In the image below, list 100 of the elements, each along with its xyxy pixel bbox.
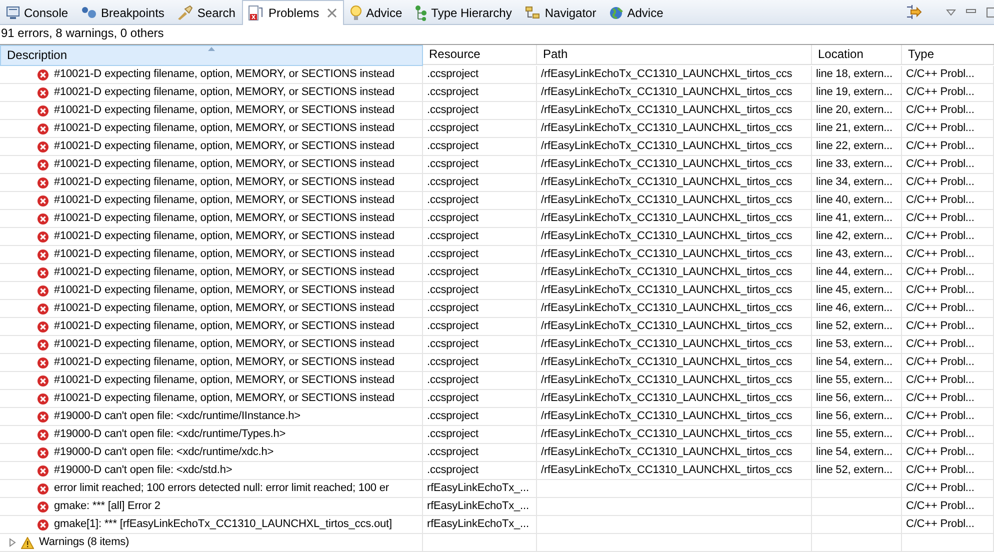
resource-cell: .ccsproject xyxy=(423,372,537,390)
resource-cell: .ccsproject xyxy=(423,66,537,84)
error-icon xyxy=(37,518,49,530)
view-menu-icon[interactable] xyxy=(946,8,956,16)
tab[interactable]: Console xyxy=(0,0,76,24)
problem-description: #10021-D expecting filename, option, MEMORY, or SECTIONS instead xyxy=(54,157,394,172)
error-icon xyxy=(37,446,49,458)
problem-description: #19000-D can't open file: <xdc/runtime/xdc.h> xyxy=(54,445,274,460)
tab[interactable]: Navigator xyxy=(518,0,604,24)
path-cell: /rfEasyLinkEchoTx_CC1310_LAUNCHXL_tirtos_ccs xyxy=(537,390,812,408)
column-header[interactable]: Path xyxy=(537,45,812,65)
resource-cell: .ccsproject xyxy=(423,336,537,354)
type-cell: C/C++ Probl... xyxy=(902,300,994,318)
problem-description: #10021-D expecting filename, option, MEMORY, or SECTIONS instead xyxy=(54,373,394,388)
error-icon xyxy=(37,374,49,386)
tab[interactable]: Advice xyxy=(603,0,670,24)
location-cell: line 55, extern... xyxy=(812,372,902,390)
location-cell: line 33, extern... xyxy=(812,156,902,174)
monitor-icon xyxy=(6,6,20,19)
type-cell: C/C++ Probl... xyxy=(902,498,994,516)
tab[interactable]: Advice xyxy=(344,0,410,24)
type-cell: C/C++ Probl... xyxy=(902,210,994,228)
location-cell: line 56, extern... xyxy=(812,408,902,426)
type-cell: C/C++ Probl... xyxy=(902,390,994,408)
location-cell: line 44, extern... xyxy=(812,264,902,282)
error-icon xyxy=(37,464,49,476)
location-cell: line 40, extern... xyxy=(812,192,902,210)
location-cell: line 34, extern... xyxy=(812,174,902,192)
type-cell: C/C++ Probl... xyxy=(902,174,994,192)
expand-arrow-icon[interactable] xyxy=(9,538,16,547)
resource-cell: .ccsproject xyxy=(423,426,537,444)
resource-cell: .ccsproject xyxy=(423,138,537,156)
location-cell: line 54, extern... xyxy=(812,354,902,372)
path-cell: /rfEasyLinkEchoTx_CC1310_LAUNCHXL_tirtos_ccs xyxy=(537,84,812,102)
filter-icon[interactable] xyxy=(906,5,922,19)
problem-description: #10021-D expecting filename, option, MEMORY, or SECTIONS instead xyxy=(54,229,394,244)
problem-description: #10021-D expecting filename, option, MEMORY, or SECTIONS instead xyxy=(54,265,394,280)
minimize-icon[interactable] xyxy=(966,9,976,15)
problem-description: #10021-D expecting filename, option, MEMORY, or SECTIONS instead xyxy=(54,121,394,136)
path-cell: /rfEasyLinkEchoTx_CC1310_LAUNCHXL_tirtos_ccs xyxy=(537,444,812,462)
hierarchy-icon xyxy=(415,4,428,20)
type-cell: C/C++ Probl... xyxy=(902,138,994,156)
error-icon xyxy=(37,392,49,404)
type-cell: C/C++ Probl... xyxy=(902,462,994,480)
location-cell: line 20, extern... xyxy=(812,102,902,120)
type-cell: C/C++ Probl... xyxy=(902,84,994,102)
problem-description: #10021-D expecting filename, option, MEMORY, or SECTIONS instead xyxy=(54,391,394,406)
path-cell: /rfEasyLinkEchoTx_CC1310_LAUNCHXL_tirtos_ccs xyxy=(537,264,812,282)
type-cell: C/C++ Probl... xyxy=(902,480,994,498)
problems-icon xyxy=(248,5,264,21)
column-header[interactable]: Type xyxy=(902,45,994,65)
location-cell: line 54, extern... xyxy=(812,444,902,462)
warnings-group[interactable]: Warnings (8 items) xyxy=(39,534,130,551)
close-icon[interactable] xyxy=(327,8,338,18)
path-cell: /rfEasyLinkEchoTx_CC1310_LAUNCHXL_tirtos_ccs xyxy=(537,408,812,426)
error-icon xyxy=(37,212,49,224)
location-cell: line 46, extern... xyxy=(812,300,902,318)
error-icon xyxy=(37,410,49,422)
problem-description: #10021-D expecting filename, option, MEMORY, or SECTIONS instead xyxy=(54,103,394,118)
problem-description: #10021-D expecting filename, option, MEMORY, or SECTIONS instead xyxy=(54,337,394,352)
error-icon xyxy=(37,158,49,170)
error-icon xyxy=(37,176,49,188)
problem-description: #19000-D can't open file: <xdc/runtime/IInstance.h> xyxy=(54,409,300,424)
type-cell: C/C++ Probl... xyxy=(902,444,994,462)
error-icon xyxy=(37,482,49,494)
error-icon xyxy=(37,68,49,80)
warning-icon xyxy=(21,536,34,548)
tab[interactable]: Search xyxy=(171,0,242,24)
problem-description: #10021-D expecting filename, option, MEMORY, or SECTIONS instead xyxy=(54,85,394,100)
maximize-icon[interactable] xyxy=(986,6,994,18)
problem-description: #10021-D expecting filename, option, MEMORY, or SECTIONS instead xyxy=(54,175,394,190)
problem-description: #10021-D expecting filename, option, MEMORY, or SECTIONS instead xyxy=(54,301,394,316)
path-cell: /rfEasyLinkEchoTx_CC1310_LAUNCHXL_tirtos_ccs xyxy=(537,102,812,120)
type-cell: C/C++ Probl... xyxy=(902,264,994,282)
type-cell: C/C++ Probl... xyxy=(902,156,994,174)
problem-description: #10021-D expecting filename, option, MEMORY, or SECTIONS instead xyxy=(54,319,394,334)
error-icon xyxy=(37,302,49,314)
error-icon xyxy=(37,320,49,332)
tab[interactable]: Type Hierarchy xyxy=(409,0,519,24)
resource-cell: .ccsproject xyxy=(423,444,537,462)
problem-description: error limit reached; 100 errors detected null: error limit reached; 100 er xyxy=(54,481,389,496)
location-cell: line 21, extern... xyxy=(812,120,902,138)
type-cell: C/C++ Probl... xyxy=(902,372,994,390)
dots-icon xyxy=(81,6,98,19)
error-icon xyxy=(37,266,49,278)
resource-cell: .ccsproject xyxy=(423,156,537,174)
column-header[interactable]: Description xyxy=(0,45,423,66)
resource-cell: .ccsproject xyxy=(423,120,537,138)
column-header[interactable]: Location xyxy=(812,45,902,65)
error-icon xyxy=(37,338,49,350)
error-icon xyxy=(37,356,49,368)
resource-cell: .ccsproject xyxy=(423,318,537,336)
tab[interactable]: Problems xyxy=(242,0,344,25)
tab[interactable]: Breakpoints xyxy=(75,0,172,24)
problem-description: #10021-D expecting filename, option, MEMORY, or SECTIONS instead xyxy=(54,211,394,226)
type-cell: C/C++ Probl... xyxy=(902,102,994,120)
type-cell: C/C++ Probl... xyxy=(902,120,994,138)
location-cell: line 45, extern... xyxy=(812,282,902,300)
column-header[interactable]: Resource xyxy=(423,45,537,65)
problem-description: gmake[1]: *** [rfEasyLinkEchoTx_CC1310_LAUNCHXL_tirtos_ccs.out] xyxy=(54,517,392,532)
